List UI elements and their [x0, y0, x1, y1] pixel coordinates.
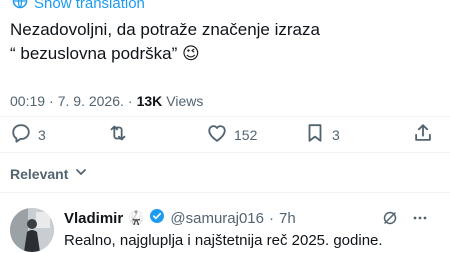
divider: [0, 192, 450, 193]
bookmark-icon: [304, 122, 326, 147]
like-icon: [206, 122, 228, 147]
translate-icon: [12, 0, 28, 13]
show-translation-label: Show translation: [34, 0, 145, 12]
share-icon: [412, 122, 434, 147]
reply-author-name[interactable]: Vladimir: [64, 210, 123, 227]
reply-tools: [382, 210, 428, 231]
show-translation-link[interactable]: Show translation: [12, 0, 145, 13]
reply-separator: ·: [268, 209, 274, 227]
like-button[interactable]: 152: [206, 122, 257, 147]
tweet-meta: 00:19 · 7. 9. 2026. · 13K Views: [10, 93, 203, 109]
bookmark-button[interactable]: 3: [304, 122, 340, 147]
avatar[interactable]: [10, 208, 54, 252]
tweet-date[interactable]: 7. 9. 2026.: [58, 93, 124, 109]
repost-button[interactable]: [107, 122, 135, 147]
divider: [0, 116, 450, 117]
reply-sort-label: Relevant: [10, 165, 69, 182]
reply-sort-dropdown[interactable]: Relevant: [10, 165, 88, 182]
reply-text: Realno, najgluplja i najštetnija reč 202…: [64, 232, 383, 249]
tweet-time[interactable]: 00:19: [10, 93, 45, 109]
reply-time[interactable]: 7h: [279, 210, 296, 227]
meta-separator: ·: [49, 93, 54, 109]
like-count: 152: [234, 126, 258, 143]
views-label: Views: [166, 93, 204, 109]
more-icon[interactable]: [412, 210, 428, 231]
reply-header: Vladimir 🥋 @samuraj016 · 7h: [64, 208, 296, 228]
share-button[interactable]: [412, 122, 434, 147]
reply-icon: [10, 122, 32, 147]
bookmark-count: 3: [332, 126, 340, 143]
reply-button[interactable]: 3: [10, 122, 46, 147]
reply-author-handle[interactable]: @samuraj016: [170, 210, 264, 227]
tweet-text: Nezadovoljni, da potraže značenje izraza…: [10, 18, 430, 66]
divider: [0, 152, 450, 153]
tweet-actions: 3 152 3: [0, 122, 450, 144]
reply-item[interactable]: Vladimir 🥋 @samuraj016 · 7h Realno, najg…: [0, 200, 450, 253]
chevron-down-icon: [74, 165, 88, 182]
grok-icon[interactable]: [382, 210, 398, 231]
repost-icon: [107, 122, 129, 147]
reply-author-badge: 🥋: [128, 210, 145, 225]
verified-badge-icon: [149, 208, 165, 228]
views-count[interactable]: 13K: [137, 93, 163, 109]
meta-separator-2: ·: [127, 93, 133, 109]
reply-count: 3: [38, 126, 46, 143]
tweet-text-line-1: Nezadovoljni, da potraže značenje izraza: [10, 20, 320, 39]
tweet-text-line-2: “ bezuslovna podrška” 😉: [10, 44, 200, 63]
